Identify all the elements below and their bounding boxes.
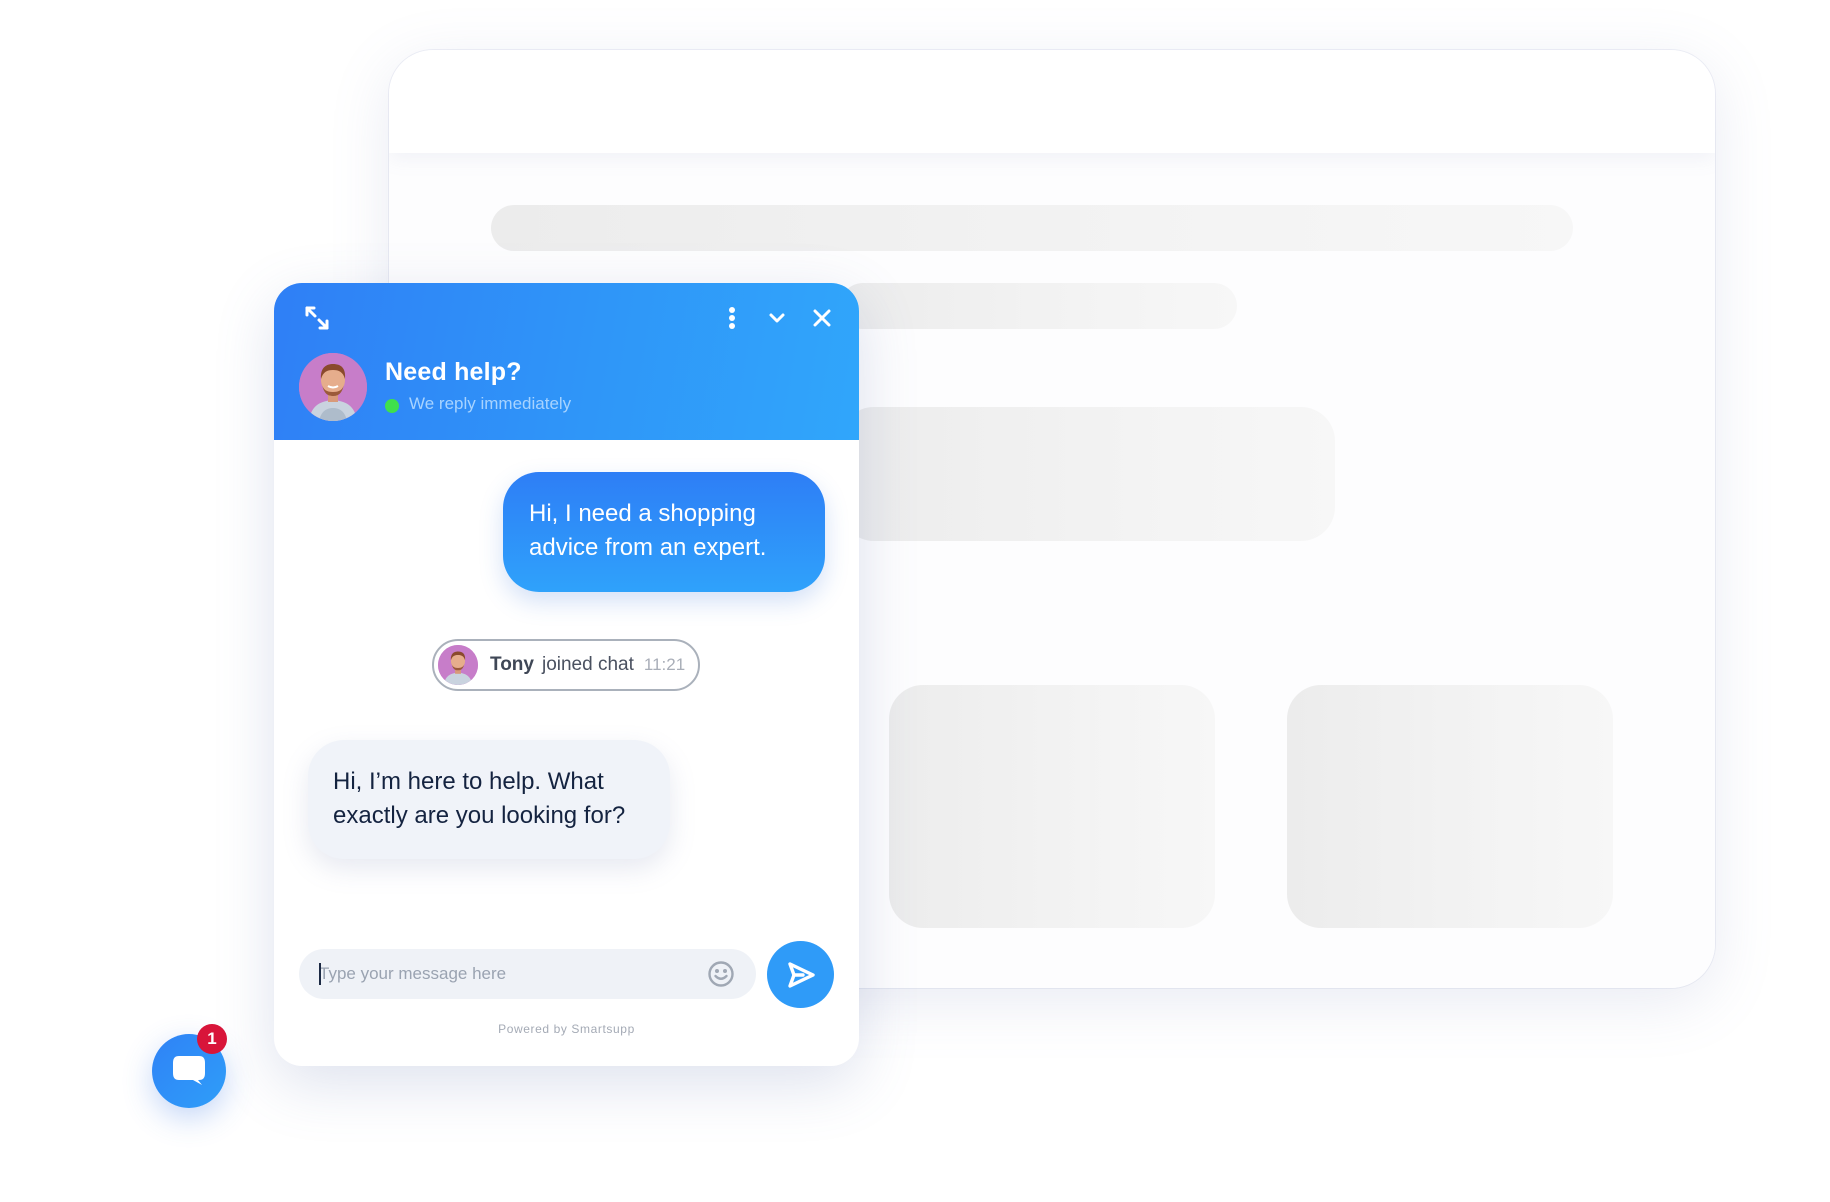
agent-avatar	[299, 353, 367, 421]
agent-name: Tony	[490, 654, 534, 675]
placeholder-card	[889, 685, 1215, 928]
browser-title-bar	[389, 50, 1715, 153]
agent-message-bubble: Hi, I’m here to help. What exactly are y…	[308, 740, 670, 859]
joined-text: joined chat	[541, 654, 634, 675]
online-status-dot	[385, 399, 399, 413]
visitor-message-bubble: Hi, I need a shopping advice from an exp…	[503, 472, 825, 592]
placeholder-block	[840, 407, 1335, 541]
message-input[interactable]	[319, 949, 689, 999]
smiley-icon[interactable]	[707, 960, 735, 988]
chat-title: Need help?	[385, 358, 522, 386]
close-icon[interactable]	[807, 303, 837, 333]
powered-by-footer[interactable]: Powered by Smartsupp	[274, 1022, 859, 1036]
placeholder-line	[840, 283, 1237, 329]
more-vertical-icon[interactable]	[722, 303, 742, 333]
text-cursor	[319, 963, 321, 985]
chevron-down-icon[interactable]	[762, 303, 792, 333]
chat-widget: Need help? We reply immediately Hi, I ne…	[274, 283, 859, 1066]
message-input-container	[299, 949, 756, 999]
send-icon	[787, 961, 815, 988]
send-button[interactable]	[767, 941, 834, 1008]
expand-icon[interactable]	[302, 303, 332, 333]
placeholder-card	[1287, 685, 1613, 928]
chat-status-text: We reply immediately	[409, 394, 572, 413]
unread-count-badge: 1	[197, 1024, 227, 1054]
agent-avatar-small	[438, 645, 478, 685]
chat-header: Need help? We reply immediately	[274, 283, 859, 440]
agent-joined-notice: Tony joined chat 11:21	[432, 639, 700, 691]
joined-time: 11:21	[643, 655, 686, 674]
placeholder-line	[491, 205, 1573, 251]
chat-bubble-icon	[173, 1056, 205, 1085]
